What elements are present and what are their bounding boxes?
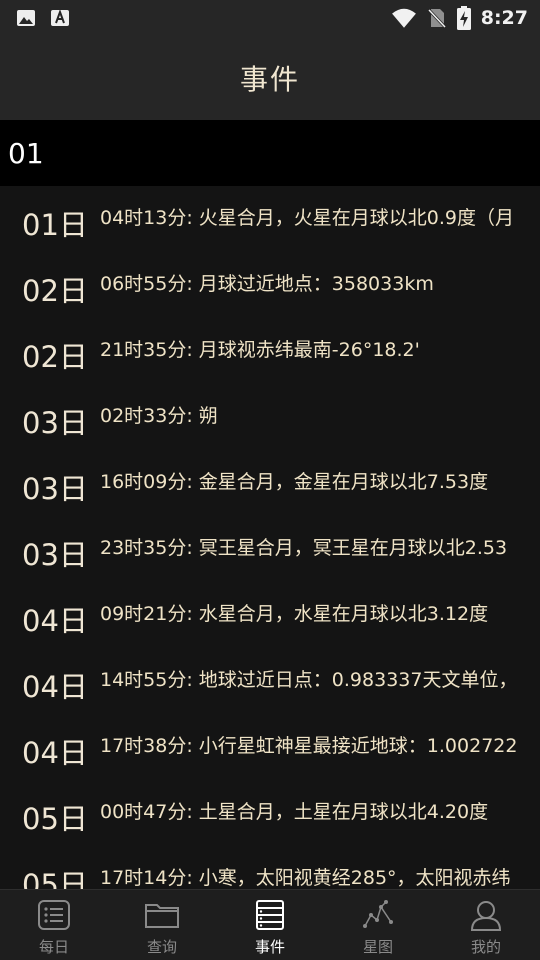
profile-icon (470, 901, 502, 931)
event-text: 21时35分: 月球视赤纬最南-26°18.2' (100, 339, 420, 359)
event-text: 02时33分: 朔 (100, 405, 218, 425)
event-text: 14时55分: 地球过近日点：0.983337天文单位，1亿4710万5252公… (100, 669, 518, 689)
event-row[interactable]: 04日 09时21分: 水星合月，水星在月球以北3.12度 (0, 582, 540, 648)
event-day: 03日 (22, 406, 88, 440)
status-right: 8:27 (391, 6, 528, 30)
event-day: 05日 (22, 802, 88, 836)
event-row[interactable]: 05日 17时14分: 小寒，太阳视黄经285°，太阳视赤纬 (0, 846, 540, 889)
event-day: 04日 (22, 736, 88, 770)
page-title: 事件 (239, 63, 300, 96)
event-row[interactable]: 02日 21时35分: 月球视赤纬最南-26°18.2' (0, 318, 540, 384)
event-day: 01日 (22, 208, 88, 242)
battery-charging-icon (456, 6, 471, 30)
nav-label: 事件 (254, 938, 285, 956)
status-left (16, 8, 70, 28)
status-time: 8:27 (480, 7, 528, 29)
app-bar: 事件 (0, 36, 540, 120)
image-icon (17, 10, 35, 26)
event-text: 00时47分: 土星合月，土星在月球以北4.20度 (100, 801, 489, 821)
event-row[interactable]: 04日 14时55分: 地球过近日点：0.983337天文单位，1亿4710万5… (0, 648, 540, 714)
event-day: 02日 (22, 274, 88, 308)
event-day: 04日 (22, 670, 88, 704)
event-row[interactable]: 01日 04时13分: 火星合月，火星在月球以北0.9度（月掩火星，南极可见） (0, 186, 540, 252)
no-sim-icon (427, 8, 446, 29)
event-row[interactable]: 03日 02时33分: 朔 (0, 384, 540, 450)
event-row[interactable]: 03日 16时09分: 金星合月，金星在月球以北7.53度 (0, 450, 540, 516)
event-day: 03日 (22, 472, 88, 506)
nav-label: 我的 (470, 938, 501, 956)
event-text: 17时38分: 小行星虹神星最接近地球：1.002722天文单位，7.9等 (100, 735, 518, 755)
month-label: 01 (8, 136, 44, 170)
bottom-nav: 每日 查询 事件 星图 我的 (0, 889, 540, 960)
event-row[interactable]: 03日 23时35分: 冥王星合月，冥王星在月球以北2.53度 (0, 516, 540, 582)
constellation-icon (363, 900, 393, 928)
event-list-icon (256, 900, 284, 930)
list-icon (38, 900, 70, 930)
event-text: 09时21分: 水星合月，水星在月球以北3.12度 (100, 603, 489, 623)
event-day: 04日 (22, 604, 88, 638)
status-bar: 8:27 (0, 0, 540, 36)
tab-events[interactable]: 事件 (216, 890, 324, 960)
month-header: 01 (0, 120, 540, 186)
font-icon (51, 9, 69, 26)
tab-query[interactable]: 查询 (108, 890, 216, 960)
event-row[interactable]: 05日 00时47分: 土星合月，土星在月球以北4.20度 (0, 780, 540, 846)
event-text: 23时35分: 冥王星合月，冥王星在月球以北2.53度 (100, 537, 508, 557)
event-row[interactable]: 02日 06时55分: 月球过近地点：358033km (0, 252, 540, 318)
event-text: 06时55分: 月球过近地点：358033km (100, 273, 434, 293)
tab-star-map[interactable]: 星图 (324, 890, 432, 960)
folder-icon (145, 904, 179, 928)
event-day: 03日 (22, 538, 88, 572)
tab-profile[interactable]: 我的 (432, 890, 540, 960)
tab-daily[interactable]: 每日 (0, 890, 108, 960)
event-list[interactable]: 01日 04时13分: 火星合月，火星在月球以北0.9度（月掩火星，南极可见） … (0, 186, 540, 889)
event-day: 05日 (22, 868, 88, 889)
nav-label: 每日 (38, 938, 69, 956)
event-day: 02日 (22, 340, 88, 374)
event-text: 04时13分: 火星合月，火星在月球以北0.9度（月掩火星，南极可见） (100, 207, 515, 227)
event-text: 16时09分: 金星合月，金星在月球以北7.53度 (100, 471, 489, 491)
nav-label: 星图 (362, 938, 393, 956)
event-row[interactable]: 04日 17时38分: 小行星虹神星最接近地球：1.002722天文单位，7.9… (0, 714, 540, 780)
nav-label: 查询 (146, 938, 177, 956)
wifi-icon (391, 8, 416, 28)
event-text: 17时14分: 小寒，太阳视黄经285°，太阳视赤纬 (100, 867, 511, 887)
